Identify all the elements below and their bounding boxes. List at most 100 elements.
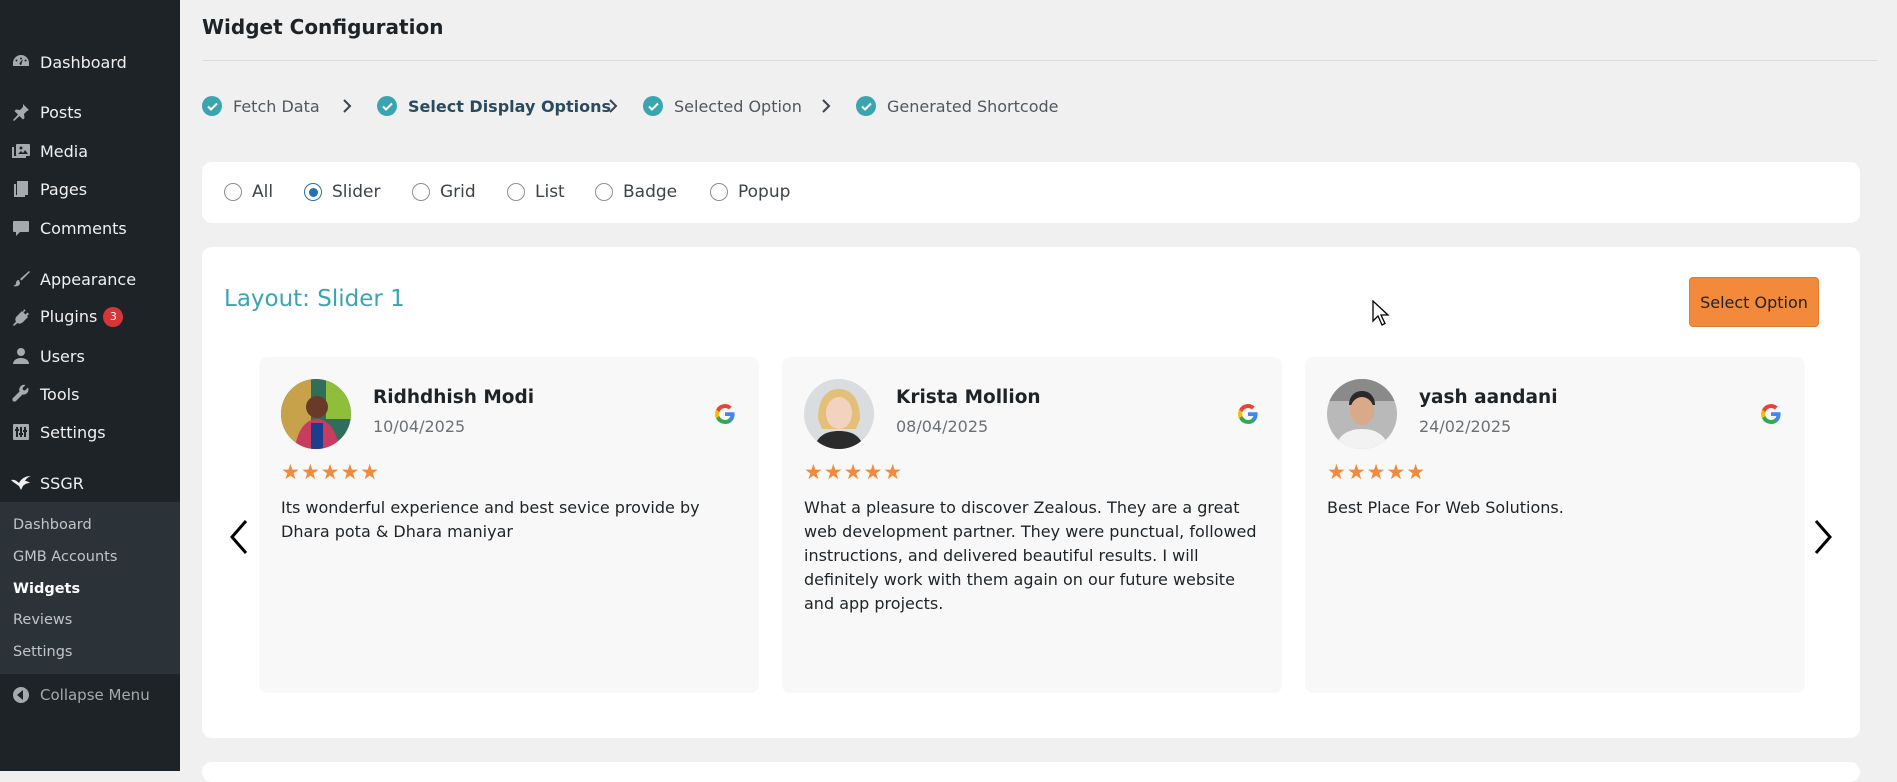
menu-label: Comments bbox=[40, 218, 127, 238]
comment-icon bbox=[10, 217, 32, 239]
radio-option-all[interactable]: All bbox=[224, 179, 273, 205]
review-text: Best Place For Web Solutions. bbox=[1327, 498, 1564, 517]
radio-label: Grid bbox=[440, 182, 476, 202]
brush-icon bbox=[10, 268, 32, 290]
mouse-cursor-icon bbox=[1372, 300, 1390, 326]
media-icon bbox=[10, 140, 32, 162]
submenu-item-reviews[interactable]: Reviews bbox=[13, 612, 72, 628]
main-content: Widget Configuration Fetch Data Select D… bbox=[180, 0, 1897, 782]
step-generated-shortcode[interactable]: Generated Shortcode bbox=[856, 93, 1059, 119]
title-divider bbox=[202, 60, 1878, 61]
radio-label: Slider bbox=[332, 182, 381, 202]
radio-option-popup[interactable]: Popup bbox=[710, 179, 790, 205]
radio-label: Popup bbox=[738, 182, 791, 202]
star-rating: ★★★★★ bbox=[804, 460, 904, 484]
page-title: Widget Configuration bbox=[202, 15, 444, 39]
menu-item-posts[interactable]: Posts bbox=[0, 93, 180, 131]
settings-icon bbox=[10, 421, 32, 443]
google-icon bbox=[715, 404, 735, 424]
next-section-card bbox=[202, 762, 1860, 782]
check-icon bbox=[856, 96, 876, 116]
admin-sidebar: Dashboard Posts Media Pages Comments App… bbox=[0, 0, 180, 771]
review-date: 08/04/2025 bbox=[896, 417, 989, 436]
slider-prev-arrow-icon[interactable] bbox=[226, 517, 254, 557]
update-count-badge: 3 bbox=[103, 307, 124, 327]
menu-label: Media bbox=[40, 141, 89, 161]
bird-icon bbox=[10, 472, 32, 494]
chevron-right-icon bbox=[609, 99, 618, 113]
radio-option-badge[interactable]: Badge bbox=[595, 179, 677, 205]
menu-item-comments[interactable]: Comments bbox=[0, 209, 180, 247]
radio-option-slider[interactable]: Slider bbox=[304, 179, 380, 205]
dashboard-icon bbox=[10, 51, 32, 73]
radio-label: List bbox=[535, 182, 565, 202]
reviewer-name: Ridhdhish Modi bbox=[373, 387, 535, 408]
check-icon bbox=[377, 96, 397, 116]
pages-icon bbox=[10, 178, 32, 200]
menu-label: Dashboard bbox=[40, 52, 127, 72]
menu-item-appearance[interactable]: Appearance bbox=[0, 260, 180, 298]
radio-label: Badge bbox=[623, 182, 678, 202]
wrench-icon bbox=[10, 383, 32, 405]
display-options-card: All Slider Grid List Badge Popup bbox=[202, 162, 1860, 223]
radio-button[interactable] bbox=[412, 183, 430, 201]
radio-label: All bbox=[252, 182, 274, 202]
step-select-display-options[interactable]: Select Display Options bbox=[377, 93, 611, 119]
menu-item-tools[interactable]: Tools bbox=[0, 375, 180, 413]
radio-button[interactable] bbox=[710, 183, 728, 201]
layout-preview-card: Layout: Slider 1 Select Option Ridhdhish… bbox=[202, 247, 1860, 738]
radio-option-grid[interactable]: Grid bbox=[412, 179, 476, 205]
review-card: yash aandani 24/02/2025 ★★★★★ Best Place… bbox=[1305, 357, 1805, 693]
menu-label: Appearance bbox=[40, 269, 137, 289]
review-card: Krista Mollion 08/04/2025 ★★★★★ What a p… bbox=[782, 357, 1282, 693]
avatar bbox=[804, 379, 874, 449]
check-icon bbox=[202, 96, 222, 116]
slider-next-arrow-icon[interactable] bbox=[1808, 517, 1836, 557]
ssgr-submenu: Dashboard GMB Accounts Widgets Reviews S… bbox=[0, 502, 180, 674]
radio-button[interactable] bbox=[304, 183, 322, 201]
google-icon bbox=[1761, 404, 1781, 424]
step-fetch-data[interactable]: Fetch Data bbox=[202, 93, 320, 119]
radio-button[interactable] bbox=[224, 183, 242, 201]
menu-item-plugins[interactable]: Plugins 3 bbox=[0, 298, 180, 336]
menu-label: Users bbox=[40, 346, 85, 366]
menu-label: Posts bbox=[40, 102, 82, 122]
step-label: Selected Option bbox=[674, 96, 802, 116]
radio-option-list[interactable]: List bbox=[507, 179, 565, 205]
check-icon bbox=[643, 96, 663, 116]
submenu-item-gmb-accounts[interactable]: GMB Accounts bbox=[13, 549, 117, 565]
review-text: What a pleasure to discover Zealous. The… bbox=[804, 498, 1257, 613]
submenu-item-widgets[interactable]: Widgets bbox=[13, 581, 80, 597]
layout-title: Layout: Slider 1 bbox=[224, 286, 405, 312]
menu-label: SSGR bbox=[40, 473, 84, 493]
review-date: 10/04/2025 bbox=[373, 417, 466, 436]
menu-item-dashboard[interactable]: Dashboard bbox=[0, 43, 180, 81]
user-icon bbox=[10, 345, 32, 367]
review-text: Its wonderful experience and best sevice… bbox=[281, 498, 700, 541]
google-icon bbox=[1238, 404, 1258, 424]
collapse-menu-button[interactable]: Collapse Menu bbox=[0, 680, 180, 710]
submenu-item-dashboard[interactable]: Dashboard bbox=[13, 517, 92, 533]
reviewer-name: yash aandani bbox=[1419, 387, 1558, 408]
menu-item-users[interactable]: Users bbox=[0, 337, 180, 375]
plugin-icon bbox=[10, 306, 32, 328]
collapse-icon bbox=[10, 684, 32, 706]
menu-item-media[interactable]: Media bbox=[0, 132, 180, 170]
step-label: Select Display Options bbox=[408, 96, 612, 116]
select-option-button[interactable]: Select Option bbox=[1689, 277, 1819, 327]
menu-label: Tools bbox=[40, 384, 80, 404]
radio-button[interactable] bbox=[507, 183, 525, 201]
menu-item-pages[interactable]: Pages bbox=[0, 170, 180, 208]
reviewer-name: Krista Mollion bbox=[896, 387, 1041, 408]
review-date: 24/02/2025 bbox=[1419, 417, 1512, 436]
step-selected-option[interactable]: Selected Option bbox=[643, 93, 802, 119]
menu-item-ssgr[interactable]: SSGR bbox=[0, 464, 180, 502]
radio-button[interactable] bbox=[595, 183, 613, 201]
menu-item-settings[interactable]: Settings bbox=[0, 413, 180, 451]
avatar bbox=[1327, 379, 1397, 449]
chevron-right-icon bbox=[343, 99, 352, 113]
step-label: Fetch Data bbox=[233, 96, 320, 116]
star-rating: ★★★★★ bbox=[1327, 460, 1427, 484]
submenu-item-settings[interactable]: Settings bbox=[13, 644, 72, 660]
step-label: Generated Shortcode bbox=[887, 96, 1059, 116]
